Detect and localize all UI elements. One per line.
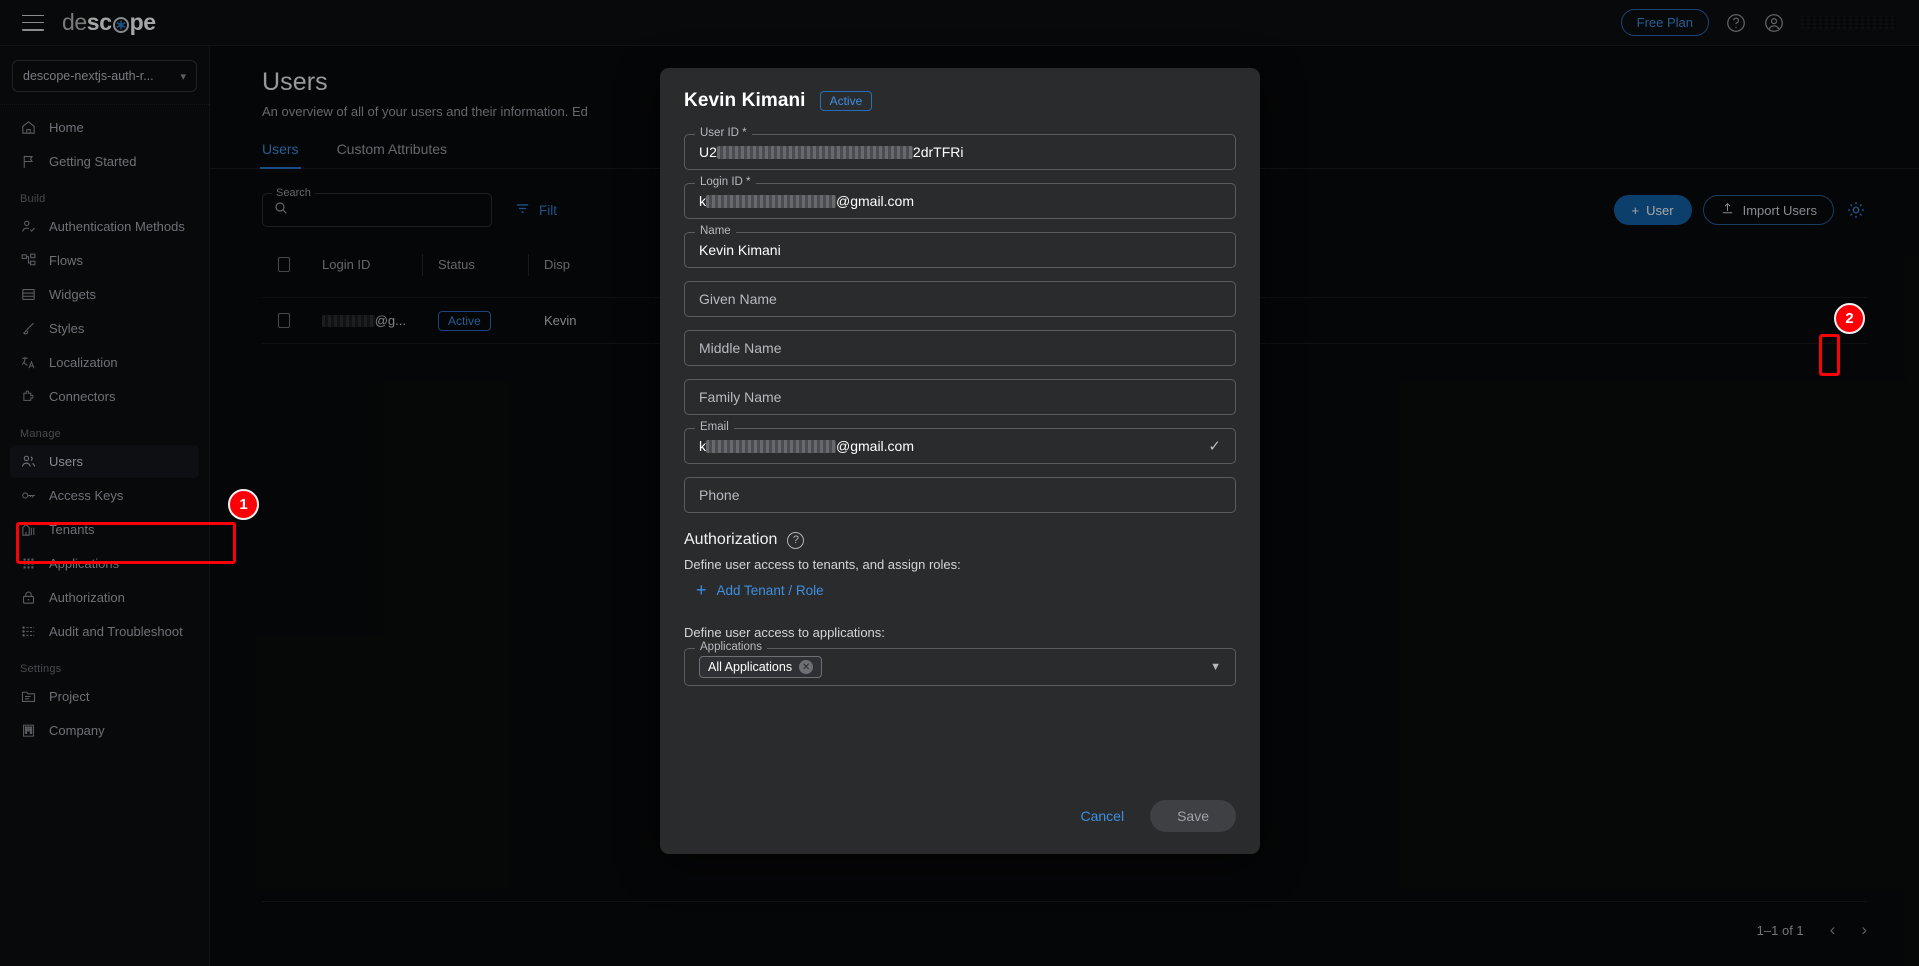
app-root: descpe Free Plan descope-nextjs-auth-r..… [0, 0, 1919, 966]
name-value: Kevin Kimani [699, 242, 781, 258]
modal-status-badge: Active [820, 91, 873, 111]
login-id-input[interactable]: k @gmail.com [684, 183, 1236, 219]
applications-select[interactable]: All Applications ✕ ▼ [684, 648, 1236, 686]
applications-field[interactable]: Applications All Applications ✕ ▼ [684, 648, 1236, 686]
cancel-button[interactable]: Cancel [1070, 800, 1134, 832]
email-suffix: @gmail.com [836, 438, 914, 454]
phone-field[interactable]: Phone [684, 477, 1236, 513]
family-name-placeholder: Family Name [699, 389, 781, 405]
add-tenant-role-label: Add Tenant / Role [717, 583, 824, 598]
name-input[interactable]: Kevin Kimani [684, 232, 1236, 268]
applications-label: Applications [695, 641, 767, 653]
tenants-description: Define user access to tenants, and assig… [684, 557, 1236, 572]
login-id-value: k @gmail.com [699, 193, 914, 209]
email-prefix: k [699, 438, 706, 454]
chevron-down-icon[interactable]: ▼ [1210, 661, 1221, 673]
given-name-input[interactable]: Given Name [684, 281, 1236, 317]
close-icon[interactable]: ✕ [799, 660, 813, 674]
authorization-heading: Authorization ? [684, 531, 1236, 549]
email-value: k @gmail.com [699, 438, 914, 454]
middle-name-input[interactable]: Middle Name [684, 330, 1236, 366]
login-id-field[interactable]: Login ID * k@gmail.com [684, 183, 1236, 219]
email-redacted [706, 440, 836, 453]
middle-name-field[interactable]: Middle Name [684, 330, 1236, 366]
plus-icon: + [696, 581, 707, 599]
save-button[interactable]: Save [1150, 800, 1236, 832]
user-id-input[interactable]: U2 2drTFRi [684, 134, 1236, 170]
email-field[interactable]: Email k@gmail.com ✓ [684, 428, 1236, 464]
modal-title: Kevin Kimani [684, 90, 806, 112]
application-chip[interactable]: All Applications ✕ [699, 656, 822, 678]
user-id-label: User ID * [695, 127, 752, 139]
name-label: Name [695, 225, 736, 237]
user-id-suffix: 2drTFRi [913, 144, 964, 160]
add-tenant-role-button[interactable]: + Add Tenant / Role [696, 581, 1236, 599]
applications-description: Define user access to applications: [684, 625, 1236, 640]
phone-placeholder: Phone [699, 487, 739, 503]
given-name-field[interactable]: Given Name [684, 281, 1236, 317]
given-name-placeholder: Given Name [699, 291, 777, 307]
login-id-label: Login ID * [695, 176, 756, 188]
user-id-prefix: U2 [699, 144, 717, 160]
check-icon: ✓ [1208, 437, 1221, 455]
family-name-input[interactable]: Family Name [684, 379, 1236, 415]
application-chip-label: All Applications [708, 660, 792, 674]
phone-input[interactable]: Phone [684, 477, 1236, 513]
middle-name-placeholder: Middle Name [699, 340, 781, 356]
user-id-redacted [717, 146, 913, 159]
edit-user-modal: Kevin Kimani Active User ID * U22drTFRi … [660, 68, 1260, 854]
user-id-field[interactable]: User ID * U22drTFRi [684, 134, 1236, 170]
login-id-redacted [706, 195, 836, 208]
login-id-prefix: k [699, 193, 706, 209]
question-circle-icon[interactable]: ? [787, 532, 804, 549]
family-name-field[interactable]: Family Name [684, 379, 1236, 415]
email-label: Email [695, 421, 734, 433]
modal-header: Kevin Kimani Active [684, 90, 1236, 112]
email-input[interactable]: k @gmail.com ✓ [684, 428, 1236, 464]
login-id-suffix: @gmail.com [836, 193, 914, 209]
authorization-heading-label: Authorization [684, 531, 777, 549]
user-id-value: U2 2drTFRi [699, 144, 963, 160]
modal-footer: Cancel Save [684, 800, 1236, 832]
name-field[interactable]: Name Kevin Kimani [684, 232, 1236, 268]
